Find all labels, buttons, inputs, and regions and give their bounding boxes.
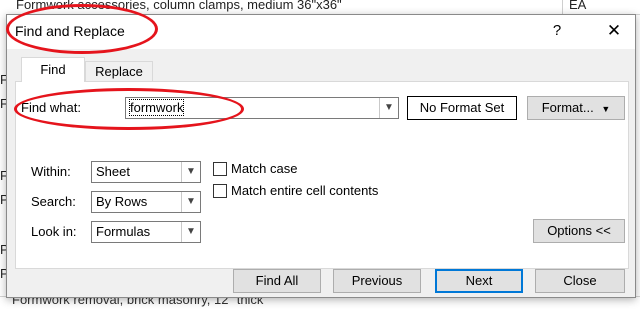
previous-button[interactable]: Previous	[333, 269, 421, 293]
match-entire-checkbox[interactable]	[213, 184, 227, 198]
highlight-ellipse-find-what	[14, 88, 244, 130]
look-in-value: Formulas	[96, 224, 151, 239]
match-case-checkbox[interactable]	[213, 162, 227, 176]
tab-replace[interactable]: Replace	[85, 61, 153, 82]
chevron-down-icon[interactable]: ▼	[379, 98, 398, 118]
find-replace-dialog: Find and Replace ? ✕ Find Replace Find w…	[6, 14, 636, 298]
close-button[interactable]: Close	[535, 269, 625, 293]
help-button[interactable]: ?	[547, 21, 567, 41]
chevron-down-icon[interactable]: ▼	[181, 222, 200, 242]
sheet-gridline	[562, 0, 563, 14]
sheet-cell-unit: EA	[569, 0, 587, 12]
highlight-ellipse-title	[6, 4, 158, 54]
within-value: Sheet	[96, 164, 130, 179]
look-in-label: Look in:	[31, 224, 77, 239]
tab-find-label: Find	[40, 62, 66, 77]
chevron-down-icon[interactable]: ▼	[181, 192, 200, 212]
options-button[interactable]: Options <<	[533, 219, 625, 243]
within-select[interactable]: Sheet ▼	[91, 161, 201, 183]
search-select[interactable]: By Rows ▼	[91, 191, 201, 213]
tab-replace-label: Replace	[95, 64, 143, 79]
tab-find[interactable]: Find	[21, 57, 85, 82]
search-value: By Rows	[96, 194, 148, 209]
match-entire-label[interactable]: Match entire cell contents	[231, 183, 378, 198]
chevron-down-icon[interactable]: ▼	[181, 162, 200, 182]
find-all-button[interactable]: Find All	[233, 269, 321, 293]
format-button[interactable]: Format... ▼	[527, 96, 625, 120]
search-label: Search:	[31, 194, 76, 209]
next-button[interactable]: Next	[435, 269, 523, 293]
caret-down-icon: ▼	[601, 104, 611, 114]
format-preview: No Format Set	[407, 96, 517, 120]
match-case-label[interactable]: Match case	[231, 161, 297, 176]
look-in-select[interactable]: Formulas ▼	[91, 221, 201, 243]
format-button-label: Format...	[541, 100, 594, 115]
close-icon[interactable]: ✕	[603, 20, 625, 42]
within-label: Within:	[31, 164, 71, 179]
